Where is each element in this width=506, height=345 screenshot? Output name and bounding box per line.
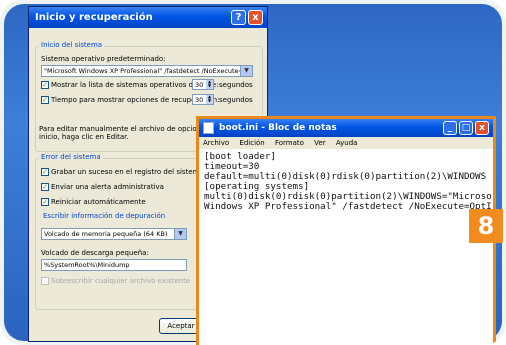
notepad-icon: [203, 122, 214, 134]
spinner-arrows-icon[interactable]: ▲ ▼: [206, 95, 213, 104]
auto-restart-label: Reiniciar automáticamente: [51, 198, 146, 206]
close-icon[interactable]: x: [475, 121, 489, 135]
close-icon[interactable]: x: [248, 10, 263, 25]
debug-info-value: Volcado de memoria pequeña (64 KB): [44, 230, 168, 238]
send-alert-label: Enviar una alerta administrativa: [51, 183, 164, 191]
maximize-icon[interactable]: □: [459, 121, 473, 135]
dump-file-value: %SystemRoot%\Minidump: [44, 261, 130, 269]
show-list-checkbox[interactable]: ✓: [41, 81, 49, 89]
notepad-title-bar: boot.ini - Bloc de notas _ □ x: [199, 119, 493, 137]
recovery-time-value: 30: [195, 96, 204, 104]
default-os-select[interactable]: "Microsoft Windows XP Professional" /fas…: [41, 65, 253, 77]
edit-hint-line-1: Para editar manualmente el archivo de op…: [39, 125, 220, 133]
chevron-down-icon[interactable]: ▼: [240, 66, 252, 76]
dump-file-label: Volcado de descarga pequeña:: [41, 249, 149, 257]
screenshot-frame: Inicio y recuperación ? x Inicio del sis…: [0, 0, 506, 345]
default-os-label: Sistema operativo predeterminado:: [41, 55, 166, 63]
recovery-time-spinner[interactable]: 30 ▲ ▼: [192, 94, 214, 105]
show-list-value: 30: [195, 81, 204, 89]
show-list-spinner[interactable]: 30 ▲ ▼: [192, 79, 214, 90]
menu-item-edicion[interactable]: Edición: [239, 139, 264, 147]
show-list-unit: segundos: [219, 81, 253, 89]
notepad-title: boot.ini - Bloc de notas: [219, 123, 337, 133]
menu-item-ver[interactable]: Ver: [314, 139, 325, 147]
debug-info-legend: Escribir información de depuración: [41, 212, 168, 220]
notepad-menu-bar: Archivo Edición Formato Ver Ayuda: [199, 137, 493, 149]
spinner-arrows-icon[interactable]: ▲ ▼: [206, 80, 213, 89]
send-alert-checkbox[interactable]: ✓: [41, 183, 49, 191]
write-event-label: Grabar un suceso en el registro del sist…: [51, 168, 204, 176]
menu-item-formato[interactable]: Formato: [275, 139, 304, 147]
overwrite-label: Sobrescribir cualquier archivo existente: [51, 277, 191, 285]
system-error-legend: Error del sistema: [39, 153, 103, 161]
minimize-icon[interactable]: _: [443, 121, 457, 135]
overwrite-checkbox[interactable]: [41, 277, 49, 285]
step-number-badge: 8: [469, 209, 503, 243]
help-icon[interactable]: ?: [231, 10, 246, 25]
recovery-time-checkbox[interactable]: ✓: [41, 96, 49, 104]
edit-hint-line-2: inicio, haga clic en Editar.: [39, 133, 129, 141]
menu-item-archivo[interactable]: Archivo: [203, 139, 229, 147]
text-line: Windows XP Professional" /fastdetect /No…: [204, 201, 491, 212]
recovery-time-unit: segundos: [219, 96, 253, 104]
write-event-checkbox[interactable]: ✓: [41, 168, 49, 176]
notepad-window: boot.ini - Bloc de notas _ □ x Archivo E…: [196, 116, 496, 345]
default-os-value: "Microsoft Windows XP Professional" /fas…: [44, 67, 253, 75]
dialog-title-bar: Inicio y recuperación ? x: [29, 7, 267, 28]
debug-info-select[interactable]: Volcado de memoria pequeña (64 KB) ▼: [41, 228, 187, 240]
menu-item-ayuda[interactable]: Ayuda: [336, 139, 358, 147]
dialog-title: Inicio y recuperación: [35, 12, 153, 23]
notepad-text-area[interactable]: [boot loader] timeout=30 default=multi(0…: [201, 150, 491, 343]
chevron-down-icon[interactable]: ▼: [174, 229, 186, 239]
dump-file-input[interactable]: %SystemRoot%\Minidump: [41, 259, 187, 271]
startup-group-legend: Inicio del sistema: [39, 41, 105, 49]
auto-restart-checkbox[interactable]: ✓: [41, 198, 49, 206]
